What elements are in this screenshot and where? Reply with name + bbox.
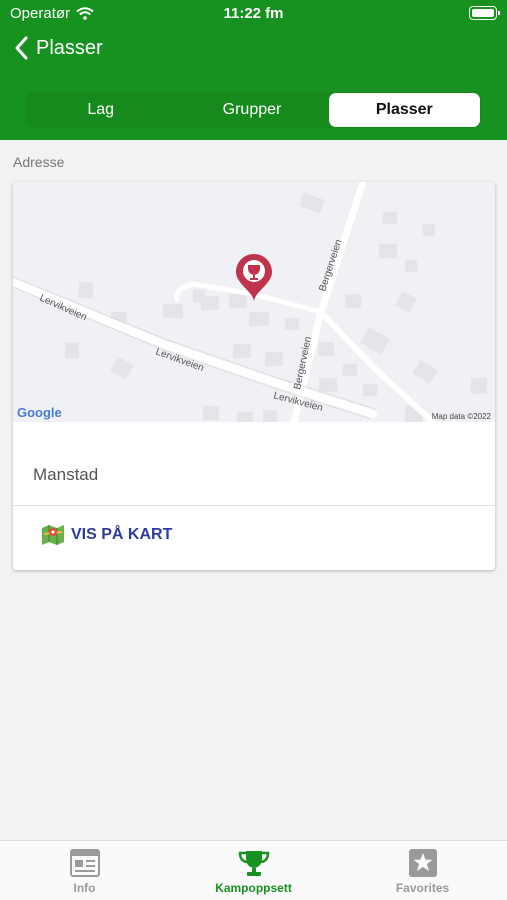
map-view[interactable]: Lervikveien Lervikveien Lervikveien Berg… [13,182,495,422]
status-bar: Operatør 11:22 fm [0,0,507,28]
tab-info[interactable]: Info [0,841,169,900]
nav-title: Plasser [36,36,103,59]
show-on-map-button[interactable]: VIS PÅ KART [41,524,172,546]
back-button[interactable]: Plasser [14,36,103,60]
segment-lag[interactable]: Lag [25,92,176,128]
header: Operatør 11:22 fm Plasser Lag Grupper Pl… [0,0,507,140]
segment-plasser[interactable]: Plasser [328,93,480,127]
trophy-icon [238,851,269,876]
star-icon [408,849,437,877]
section-label: Adresse [13,154,65,170]
tab-info-label: Info [73,881,96,895]
tab-kampoppsett[interactable]: Kampoppsett [169,841,338,900]
clock: 11:22 fm [223,5,284,22]
tab-bar: Info Kampoppsett Favorites [0,840,507,900]
address-text: Manstad [33,465,99,484]
google-logo: Google [17,405,62,420]
map-attribution: Map data ©2022 [432,412,492,421]
segmented-control: Lag Grupper Plasser [25,92,481,128]
battery-icon [469,6,500,20]
chevron-left-icon [15,36,28,60]
map-icon [42,525,64,545]
segment-grupper[interactable]: Grupper [176,92,327,128]
newspaper-icon [69,849,100,877]
tab-kampoppsett-label: Kampoppsett [215,881,292,895]
tab-favorites[interactable]: Favorites [338,841,507,900]
tab-favorites-label: Favorites [395,881,450,895]
show-on-map-label: VIS PÅ KART [71,526,173,543]
divider [13,505,495,506]
location-card: Lervikveien Lervikveien Lervikveien Berg… [13,182,495,570]
